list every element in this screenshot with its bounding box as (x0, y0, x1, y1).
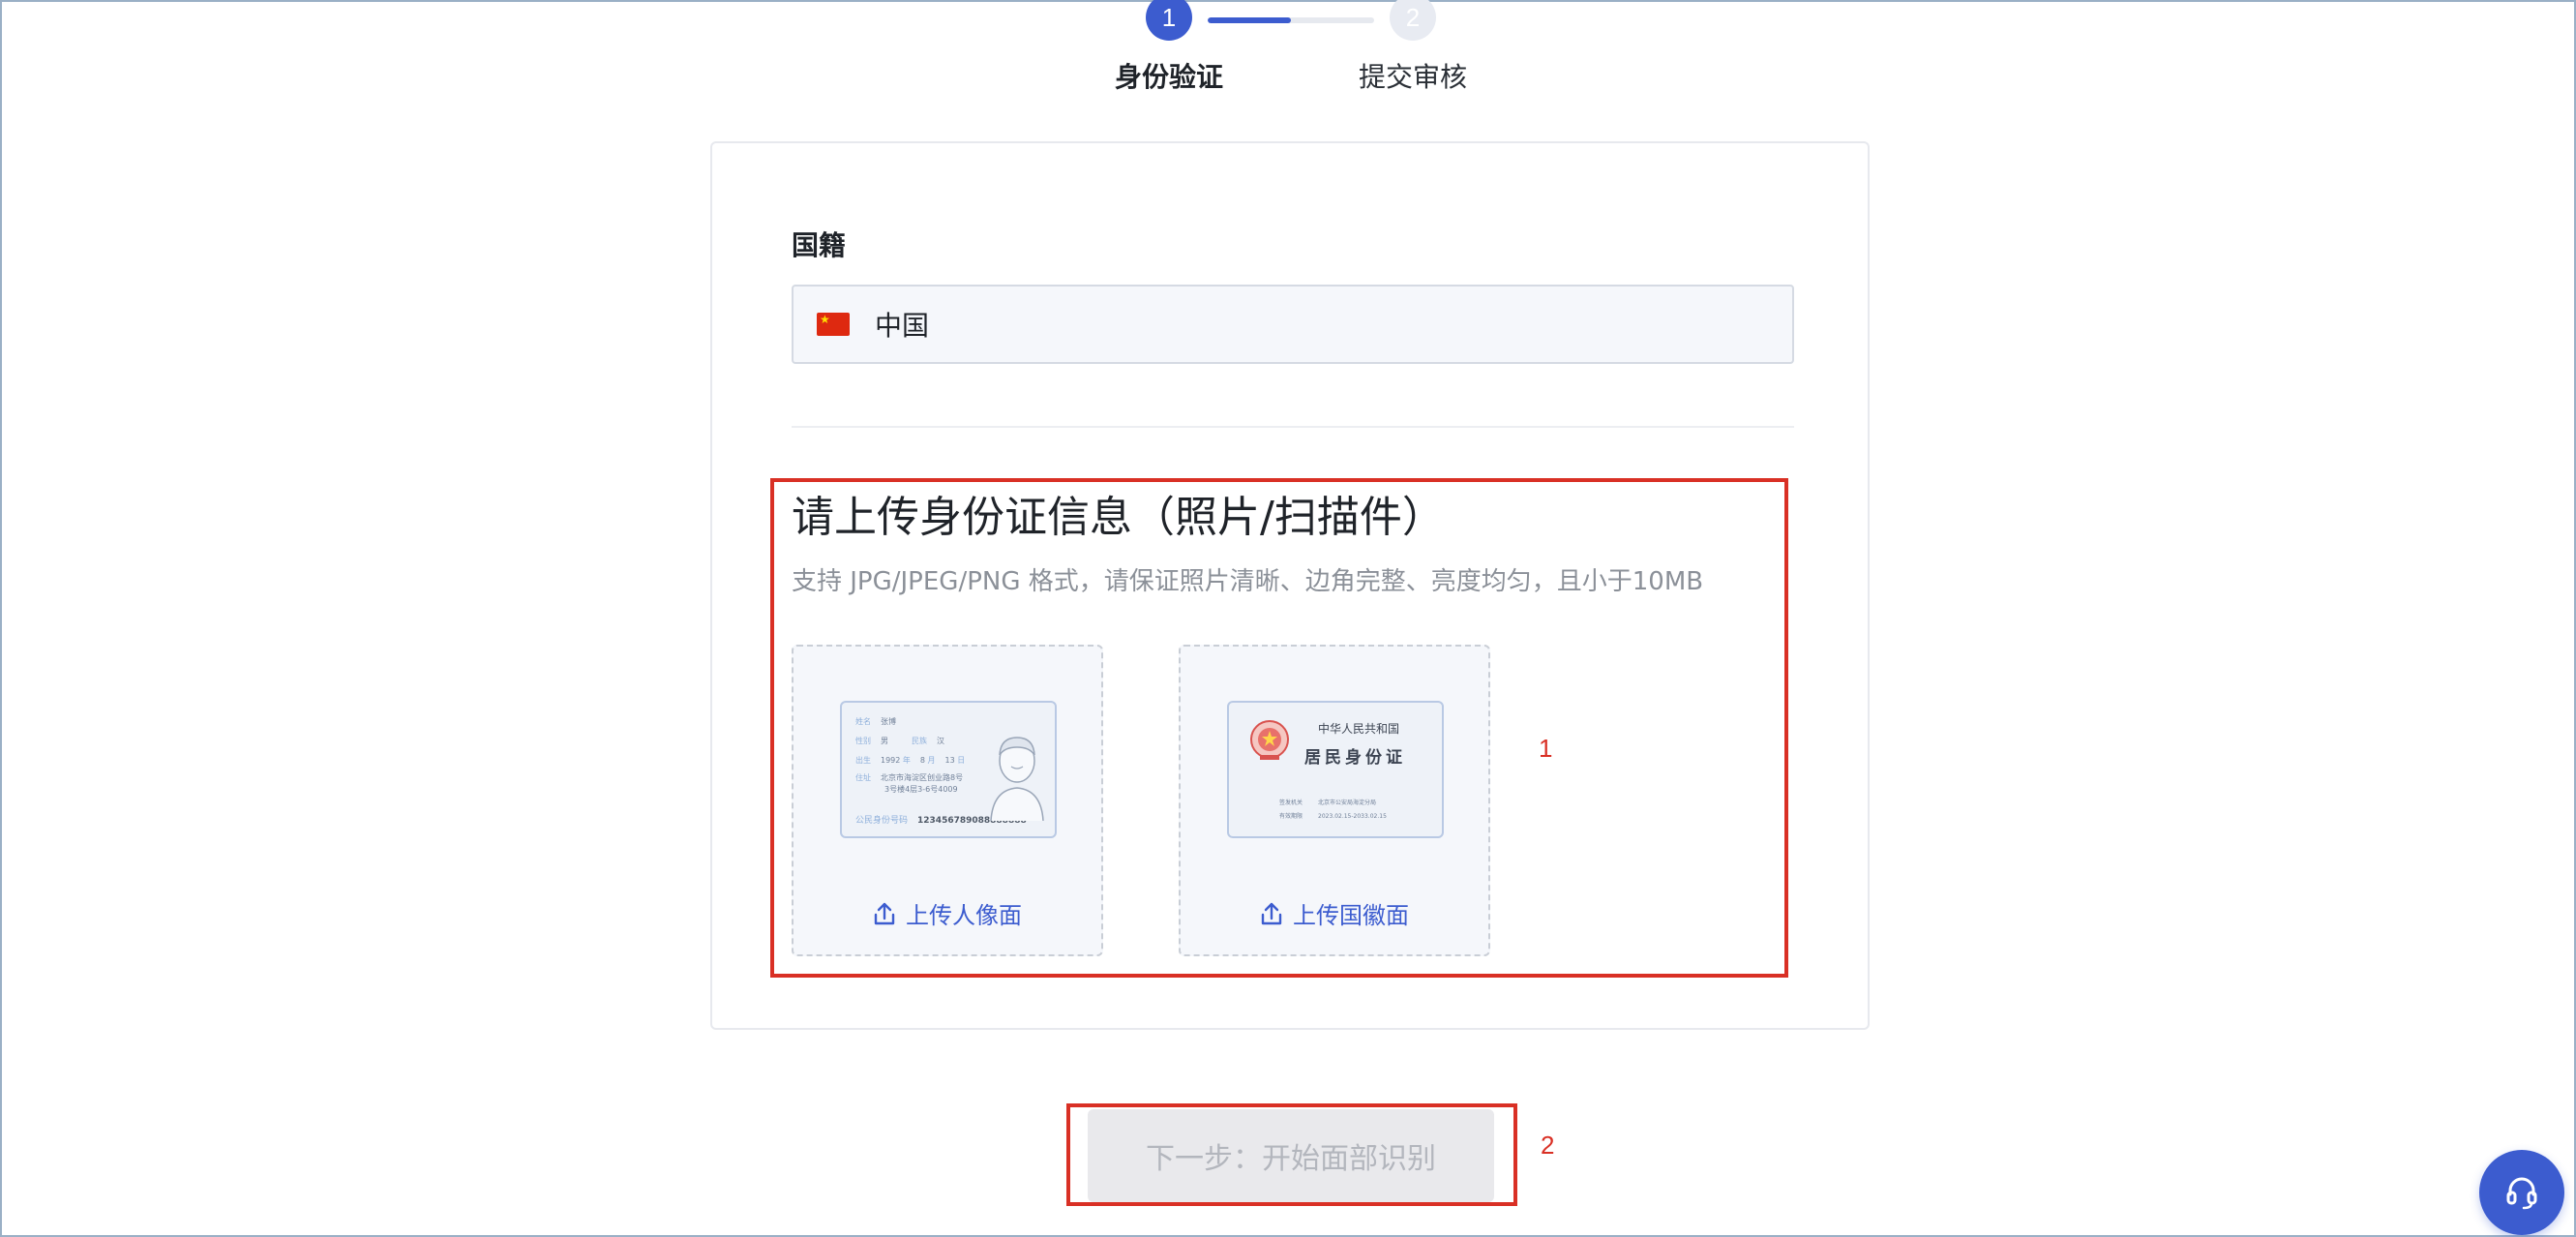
step-number: 2 (1390, 0, 1436, 41)
flag-star-icon: ★ (820, 313, 830, 326)
next-step-button[interactable]: 下一步：开始面部识别 (1088, 1109, 1494, 1202)
divider (792, 426, 1794, 428)
china-flag-icon: ★ (817, 313, 850, 336)
customer-support-button[interactable] (2479, 1150, 2564, 1235)
annotation-label-1: 1 (1539, 734, 1553, 763)
step-label: 身份验证 (1114, 61, 1223, 93)
step-progress-line (1208, 17, 1374, 23)
nationality-value: 中国 (875, 310, 930, 342)
stepper: 1 身份验证 2 提交审核 (2, 0, 2574, 99)
nationality-label: 国籍 (792, 229, 847, 261)
step-number: 1 (1146, 0, 1192, 41)
step-label: 提交审核 (1358, 61, 1467, 93)
step-progress-fill (1208, 17, 1291, 23)
nationality-select[interactable]: ★ 中国 (792, 285, 1794, 364)
headset-icon (2506, 1177, 2537, 1210)
annotation-box-1 (770, 478, 1788, 978)
annotation-label-2: 2 (1541, 1131, 1555, 1160)
